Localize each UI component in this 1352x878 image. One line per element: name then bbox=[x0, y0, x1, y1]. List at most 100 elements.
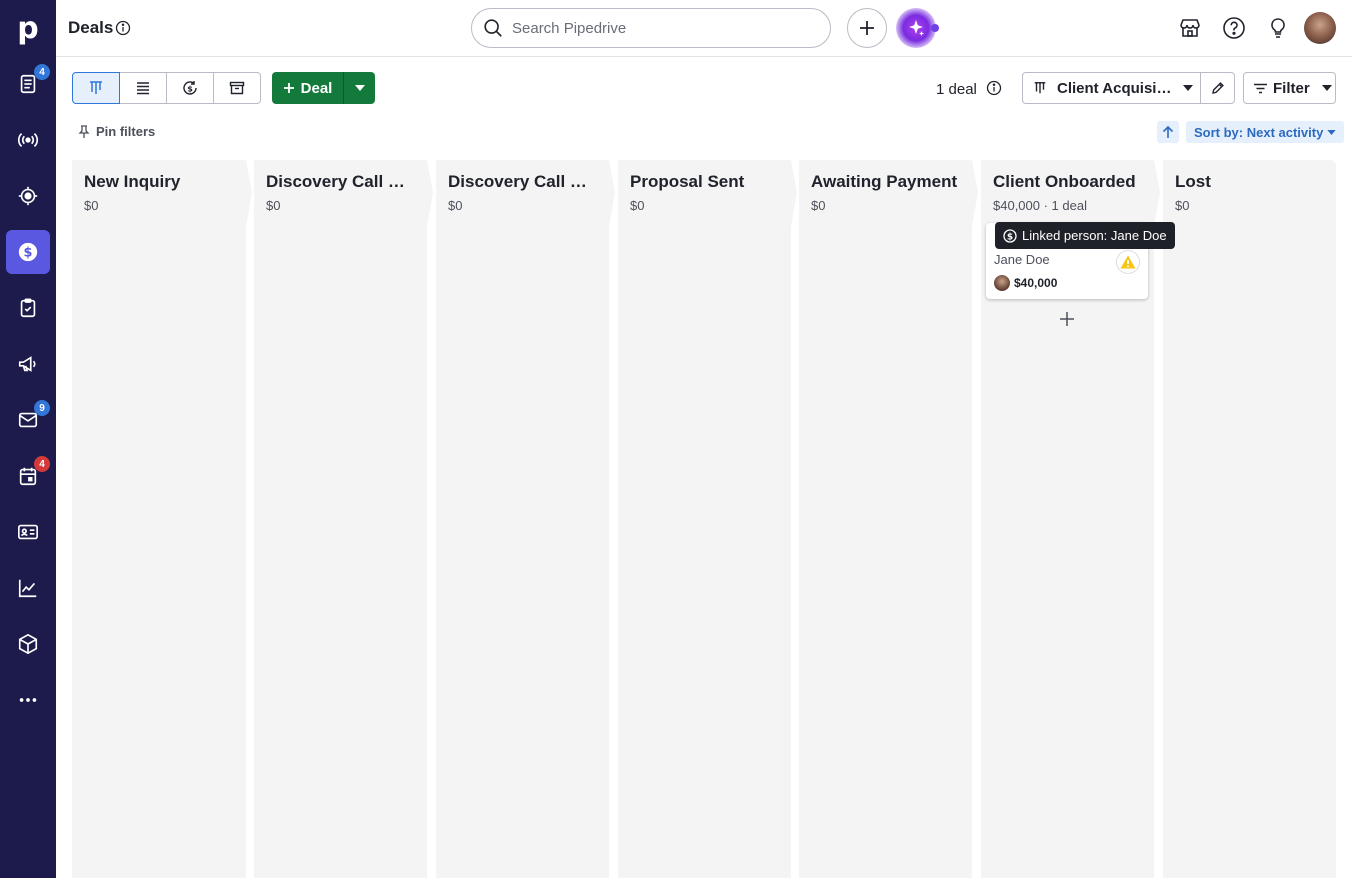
archive-view-button[interactable] bbox=[213, 72, 261, 104]
archive-icon bbox=[229, 81, 245, 95]
sidebar-item-broadcast[interactable] bbox=[6, 118, 50, 162]
stage-summary: $0 bbox=[811, 198, 826, 213]
sort-direction-button[interactable] bbox=[1157, 121, 1179, 143]
sidebar-item-deals[interactable]: $ bbox=[6, 230, 50, 274]
filter-icon bbox=[1254, 83, 1267, 93]
lightbulb-icon[interactable] bbox=[1266, 16, 1290, 40]
warning-button[interactable] bbox=[1116, 250, 1140, 274]
ai-assistant-button[interactable] bbox=[896, 8, 936, 48]
sidebar-item-insights[interactable] bbox=[6, 566, 50, 610]
deal-card-value: $40,000 bbox=[1014, 276, 1058, 290]
stage-header[interactable]: Discovery Call Completed $0 bbox=[448, 172, 597, 213]
stage-summary: $0 bbox=[1175, 198, 1190, 213]
stage-header[interactable]: Lost $0 bbox=[1175, 172, 1324, 213]
svg-text:$: $ bbox=[1007, 232, 1013, 242]
broadcast-icon bbox=[17, 132, 39, 148]
sidebar-item-contacts[interactable] bbox=[6, 510, 50, 554]
top-bar: Deals bbox=[56, 0, 1352, 57]
svg-text:$: $ bbox=[187, 85, 193, 94]
add-deal-group: Deal bbox=[272, 72, 375, 104]
deal-count: 1 deal bbox=[936, 81, 977, 98]
stage-summary: $0 bbox=[448, 198, 463, 213]
page-title: Deals bbox=[68, 18, 114, 37]
forecast-icon: $ bbox=[183, 81, 197, 95]
stage-header[interactable]: Discovery Call Booked $0 bbox=[266, 172, 415, 213]
pipedrive-logo[interactable]: p bbox=[0, 0, 56, 56]
stage-column: Lost $0 bbox=[1163, 160, 1336, 878]
caret-down-icon bbox=[354, 85, 365, 91]
stage-summary: $0 bbox=[84, 198, 99, 213]
tooltip-text: Linked person: Jane Doe bbox=[1022, 228, 1167, 243]
chart-line-icon bbox=[18, 579, 37, 598]
stage-title: Discovery Call Booked bbox=[266, 172, 415, 191]
search-input[interactable] bbox=[512, 19, 812, 37]
deal-card-person[interactable]: Jane Doe bbox=[994, 252, 1050, 267]
stage-column: Proposal Sent $0 bbox=[618, 160, 791, 878]
add-deal-label: Deal bbox=[300, 79, 333, 97]
sidebar-item-calendar[interactable]: 4 bbox=[6, 454, 50, 498]
pipeline-selector[interactable]: Client Acquisition bbox=[1022, 72, 1201, 104]
search-box[interactable] bbox=[471, 8, 831, 48]
stage-summary: $40,000 · 1 deal bbox=[993, 198, 1087, 213]
add-deal-dropdown[interactable] bbox=[343, 72, 375, 104]
cube-icon bbox=[18, 633, 38, 655]
add-deal-button[interactable]: Deal bbox=[272, 72, 343, 104]
sidebar-item-more[interactable] bbox=[6, 678, 50, 722]
sidebar-item-target[interactable] bbox=[6, 174, 50, 218]
stage-title: Client Onboarded bbox=[993, 172, 1136, 191]
sidebar-item-leads[interactable]: 4 bbox=[6, 62, 50, 106]
svg-text:$: $ bbox=[24, 246, 33, 261]
caret-down-icon bbox=[1321, 85, 1332, 91]
sidebar-item-products[interactable] bbox=[6, 622, 50, 666]
dollar-icon: $ bbox=[18, 242, 38, 262]
pipeline-view-button[interactable] bbox=[72, 72, 120, 104]
quick-add-button[interactable] bbox=[847, 8, 887, 48]
mail-badge: 9 bbox=[34, 400, 50, 416]
search-icon bbox=[484, 19, 502, 37]
stage-title: Awaiting Payment bbox=[811, 172, 958, 191]
help-icon[interactable] bbox=[1222, 16, 1246, 40]
kanban-icon bbox=[90, 81, 102, 94]
ai-status-dot bbox=[931, 24, 939, 32]
caret-down-icon bbox=[1183, 85, 1193, 91]
stage-header[interactable]: Client Onboarded $40,000 · 1 deal bbox=[993, 172, 1142, 213]
filter-label: Filter bbox=[1273, 79, 1310, 97]
marketplace-icon[interactable] bbox=[1178, 16, 1202, 40]
contact-card-icon bbox=[18, 524, 38, 540]
calendar-badge: 4 bbox=[34, 456, 50, 472]
stage-title: Proposal Sent bbox=[630, 172, 745, 191]
megaphone-icon bbox=[18, 356, 36, 372]
stage-header[interactable]: Proposal Sent $0 bbox=[630, 172, 779, 213]
add-deal-to-stage-icon[interactable] bbox=[1057, 309, 1077, 329]
sidebar-item-tasks[interactable] bbox=[6, 286, 50, 330]
stage-column: Discovery Call Completed $0 bbox=[436, 160, 609, 878]
plus-icon bbox=[283, 83, 294, 93]
stage-header[interactable]: Awaiting Payment $0 bbox=[811, 172, 960, 213]
forecast-view-button[interactable]: $ bbox=[166, 72, 214, 104]
more-icon bbox=[19, 698, 37, 702]
list-view-button[interactable] bbox=[119, 72, 167, 104]
filter-button[interactable]: Filter bbox=[1243, 72, 1336, 104]
pipeline-name: Client Acquisition bbox=[1057, 79, 1175, 97]
leads-badge: 4 bbox=[34, 64, 50, 80]
arrow-up-icon bbox=[1162, 125, 1174, 138]
view-switcher: $ bbox=[72, 72, 261, 104]
clipboard-check-icon bbox=[20, 298, 36, 318]
sort-by-button[interactable]: Sort by: Next activity bbox=[1186, 121, 1345, 143]
caret-down-icon bbox=[1327, 129, 1336, 135]
pin-filters-button[interactable]: Pin filters bbox=[78, 124, 155, 139]
sparkle-icon bbox=[909, 20, 924, 36]
tooltip: $ Linked person: Jane Doe bbox=[995, 222, 1175, 249]
info-icon[interactable] bbox=[986, 80, 1002, 96]
kanban-icon bbox=[1034, 82, 1046, 94]
pin-icon bbox=[78, 124, 90, 138]
stage-column: Awaiting Payment $0 bbox=[799, 160, 972, 878]
stage-column: Discovery Call Booked $0 bbox=[254, 160, 427, 878]
sidebar: p 4 $ 9 4 bbox=[0, 0, 56, 878]
user-avatar[interactable] bbox=[1304, 12, 1336, 44]
edit-pipeline-button[interactable] bbox=[1200, 72, 1235, 104]
info-icon[interactable] bbox=[115, 20, 131, 36]
stage-header[interactable]: New Inquiry $0 bbox=[84, 172, 234, 213]
sidebar-item-campaigns[interactable] bbox=[6, 342, 50, 386]
sidebar-item-mail[interactable]: 9 bbox=[6, 398, 50, 442]
